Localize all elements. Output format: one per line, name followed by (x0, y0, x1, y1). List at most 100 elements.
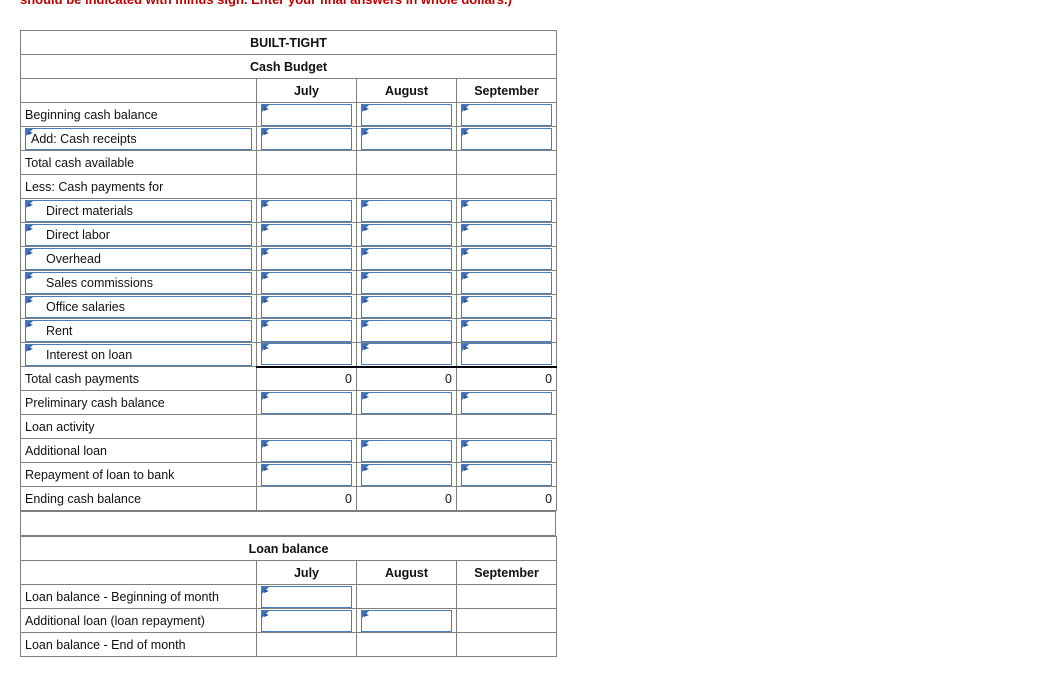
amount-input[interactable] (361, 463, 452, 486)
amount-input[interactable] (361, 103, 452, 126)
amount-input-cell[interactable] (356, 438, 457, 463)
amount-input-cell[interactable] (455, 102, 558, 127)
amount-input-cell[interactable] (356, 294, 457, 319)
amount-input[interactable] (261, 223, 352, 246)
amount-input[interactable] (261, 127, 352, 150)
amount-input-cell[interactable] (455, 246, 558, 271)
table-row: Direct materials (20, 198, 558, 223)
row-label-select-value[interactable]: Direct labor (25, 223, 252, 246)
amount-input[interactable] (361, 439, 452, 462)
row-label-select[interactable]: Overhead (20, 246, 257, 271)
amount-input[interactable] (361, 343, 452, 366)
amount-input[interactable] (461, 199, 553, 222)
amount-input-cell[interactable] (455, 222, 558, 247)
row-label-select[interactable]: Direct materials (20, 198, 257, 223)
row-label-select-value[interactable]: Direct materials (25, 199, 252, 222)
amount-input[interactable] (461, 319, 553, 342)
amount-input[interactable] (261, 271, 352, 294)
amount-input-cell[interactable] (356, 608, 457, 633)
amount-input[interactable] (361, 295, 452, 318)
amount-input[interactable] (361, 247, 452, 270)
amount-input[interactable] (361, 223, 452, 246)
amount-input-cell[interactable] (356, 198, 457, 223)
row-label-select[interactable]: Rent (20, 318, 257, 343)
amount-input[interactable] (461, 247, 553, 270)
empty-cell (356, 150, 457, 175)
table-row: Repayment of loan to bank (20, 462, 558, 487)
amount-input-cell[interactable] (455, 270, 558, 295)
amount-input-cell[interactable] (256, 246, 357, 271)
amount-input-cell[interactable] (256, 584, 357, 609)
amount-input-cell[interactable] (455, 198, 558, 223)
amount-input-cell[interactable] (356, 462, 457, 487)
amount-input[interactable] (361, 199, 452, 222)
row-label-select[interactable]: Interest on loan (20, 342, 257, 367)
amount-input-cell[interactable] (256, 294, 357, 319)
amount-input[interactable] (261, 199, 352, 222)
amount-input-cell[interactable] (455, 294, 558, 319)
amount-input[interactable] (461, 103, 553, 126)
amount-input-cell[interactable] (356, 222, 457, 247)
amount-input-cell[interactable] (455, 462, 558, 487)
row-label-select[interactable]: Add: Cash receipts (20, 126, 257, 151)
amount-input-cell[interactable] (256, 270, 357, 295)
row-label-select-value[interactable]: Sales commissions (25, 271, 252, 294)
row-label-select[interactable]: Sales commissions (20, 270, 257, 295)
amount-input[interactable] (261, 319, 352, 342)
amount-input-cell[interactable] (256, 342, 357, 368)
amount-input-cell[interactable] (256, 318, 357, 343)
amount-input[interactable] (461, 271, 553, 294)
amount-input-cell[interactable] (356, 342, 457, 368)
amount-input-cell[interactable] (256, 462, 357, 487)
amount-input-cell[interactable] (455, 390, 558, 415)
amount-input[interactable] (261, 103, 352, 126)
amount-input[interactable] (461, 463, 553, 486)
amount-input-cell[interactable] (356, 318, 457, 343)
amount-input[interactable] (361, 127, 452, 150)
amount-input[interactable] (461, 127, 553, 150)
amount-input[interactable] (261, 463, 352, 486)
amount-input[interactable] (461, 223, 553, 246)
amount-input-cell[interactable] (256, 222, 357, 247)
amount-input[interactable] (361, 609, 452, 632)
empty-cell (455, 150, 558, 175)
amount-input[interactable] (461, 391, 553, 414)
amount-input[interactable] (261, 585, 352, 608)
amount-input-cell[interactable] (256, 126, 357, 151)
amount-input[interactable] (361, 391, 452, 414)
amount-input-cell[interactable] (356, 126, 457, 151)
amount-input-cell[interactable] (256, 608, 357, 633)
amount-input[interactable] (361, 319, 452, 342)
amount-input[interactable] (461, 343, 553, 366)
amount-input-cell[interactable] (356, 270, 457, 295)
amount-input-cell[interactable] (256, 198, 357, 223)
row-label-select-value[interactable]: Overhead (25, 247, 252, 270)
amount-input-cell[interactable] (356, 246, 457, 271)
amount-input-cell[interactable] (455, 438, 558, 463)
amount-input-cell[interactable] (356, 390, 457, 415)
amount-input-cell[interactable] (256, 102, 357, 127)
amount-input-cell[interactable] (356, 102, 457, 127)
amount-input[interactable] (361, 271, 452, 294)
amount-input-cell[interactable] (455, 126, 558, 151)
table-row: Office salaries (20, 294, 558, 319)
amount-input[interactable] (261, 439, 352, 462)
amount-input-cell[interactable] (455, 318, 558, 343)
row-label-select-value[interactable]: Office salaries (25, 295, 252, 318)
row-label-select-value[interactable]: Interest on loan (25, 343, 252, 366)
amount-input[interactable] (261, 295, 352, 318)
amount-input-cell[interactable] (256, 438, 357, 463)
amount-input-cell[interactable] (256, 390, 357, 415)
amount-input[interactable] (261, 343, 352, 366)
amount-input[interactable] (461, 439, 553, 462)
amount-input-cell[interactable] (455, 342, 558, 368)
row-label-select-value[interactable]: Rent (25, 319, 252, 342)
amount-input[interactable] (261, 391, 352, 414)
amount-input[interactable] (461, 295, 553, 318)
row-label-select[interactable]: Office salaries (20, 294, 257, 319)
amount-input[interactable] (261, 247, 352, 270)
loan-column-header-july: July (256, 560, 357, 585)
amount-input[interactable] (261, 609, 352, 632)
row-label-select-value[interactable]: Add: Cash receipts (25, 127, 252, 150)
row-label-select[interactable]: Direct labor (20, 222, 257, 247)
